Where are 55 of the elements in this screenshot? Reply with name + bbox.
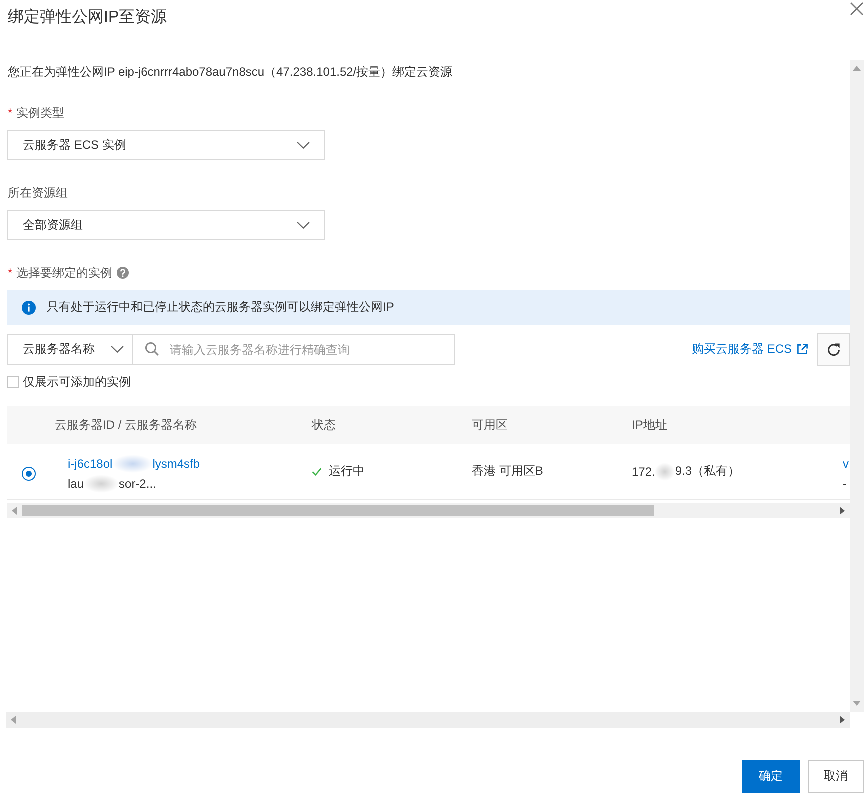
radio-button[interactable] — [22, 467, 36, 481]
redaction-blur — [655, 462, 676, 480]
arrow-up-icon[interactable] — [853, 66, 861, 71]
horizontal-scrollbar[interactable] — [6, 712, 850, 728]
checkbox[interactable] — [7, 376, 19, 388]
required-mark: * — [8, 105, 13, 121]
checkbox-label: 仅展示可添加的实例 — [23, 374, 131, 390]
buy-ecs-link[interactable]: 购买云服务器 ECS — [692, 341, 808, 358]
column-header: 状态 — [312, 418, 336, 432]
arrow-left-icon[interactable] — [12, 506, 17, 514]
filter-select[interactable]: 云服务器名称 — [7, 334, 133, 365]
field-label: 实例类型 — [16, 105, 65, 121]
info-icon — [22, 300, 36, 314]
close-button[interactable] — [850, 2, 864, 16]
instance-name-text: lau — [68, 476, 84, 493]
table-cell-text: - — [843, 476, 847, 493]
required-mark: * — [8, 265, 13, 281]
notice-text: 只有处于运行中和已停止状态的云服务器实例可以绑定弹性公网IP — [47, 299, 394, 316]
ip-address-text: 172. — [632, 464, 656, 478]
scrollbar-thumb[interactable] — [22, 505, 654, 516]
close-icon — [850, 2, 864, 16]
chevron-down-icon — [297, 222, 310, 228]
chevron-down-icon — [297, 142, 310, 148]
instance-name-text: sor-2... — [119, 476, 156, 493]
ip-address-text: 9.3（私有） — [675, 463, 740, 480]
zone-text: 香港 可用区B — [472, 463, 544, 480]
external-link-icon — [797, 344, 808, 355]
dialog-title: 绑定弹性公网IP至资源 — [8, 8, 168, 28]
table-link[interactable]: v — [843, 454, 849, 474]
cancel-button[interactable]: 取消 — [808, 760, 864, 793]
column-header: IP地址 — [632, 418, 668, 432]
arrow-right-icon[interactable] — [840, 716, 845, 724]
search-icon — [145, 342, 159, 356]
field-label: 所在资源组 — [8, 185, 68, 201]
refresh-button[interactable] — [817, 333, 850, 366]
chevron-down-icon — [111, 346, 124, 353]
column-header: 可用区 — [472, 418, 508, 432]
help-icon[interactable] — [116, 267, 129, 279]
status-text: 运行中 — [329, 463, 365, 480]
arrow-left-icon[interactable] — [11, 716, 16, 724]
instance-id-link[interactable]: lysm4sfb — [152, 454, 200, 474]
refresh-icon — [826, 342, 840, 356]
search-field[interactable]: 请输入云服务器名称进行精确查询 — [133, 334, 455, 365]
horizontal-scrollbar[interactable] — [7, 503, 850, 518]
check-icon — [312, 468, 322, 476]
vertical-scrollbar[interactable] — [850, 60, 864, 712]
intro-text: 您正在为弹性公网IP eip-j6cnrrr4abo78au7n8scu（47.238.101.52/按量）绑定云资源 — [7, 64, 454, 80]
dropdown-select[interactable]: 全部资源组 — [7, 210, 325, 240]
field-label: 选择要绑定的实例 — [16, 265, 113, 281]
instance-id-link[interactable]: i-j6c18ol — [68, 454, 113, 474]
arrow-right-icon[interactable] — [840, 506, 845, 514]
column-header: 云服务器ID / 云服务器名称 — [55, 418, 198, 432]
dropdown-select[interactable]: 云服务器 ECS 实例 — [7, 130, 325, 160]
arrow-down-icon[interactable] — [853, 701, 861, 706]
confirm-button[interactable]: 确定 — [742, 760, 800, 793]
